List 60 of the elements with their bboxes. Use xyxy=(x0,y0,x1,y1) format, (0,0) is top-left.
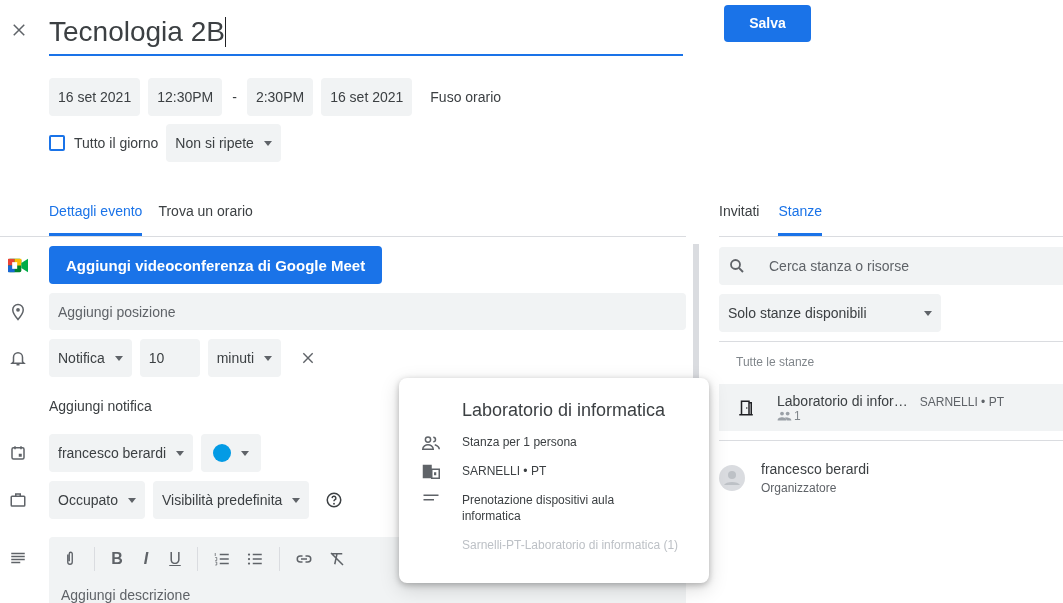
notification-unit-dropdown[interactable]: minuti xyxy=(207,339,282,377)
end-date-field[interactable]: 16 set 2021 xyxy=(321,78,413,116)
underline-button[interactable]: U xyxy=(168,550,182,568)
add-notification-link[interactable]: Aggiungi notifica xyxy=(49,398,152,414)
availability-dropdown[interactable]: Occupato xyxy=(49,481,145,519)
guest-name: francesco berardi xyxy=(761,461,870,477)
repeat-dropdown[interactable]: Non si ripete xyxy=(166,124,281,162)
start-date-field[interactable]: 16 set 2021 xyxy=(49,78,141,116)
room-filter-dropdown[interactable]: Solo stanze disponibili xyxy=(719,294,941,332)
tab[interactable]: Trova un orario xyxy=(158,198,253,236)
popup-detail: Stanza per 1 persona xyxy=(462,434,578,450)
tab[interactable]: Invitati xyxy=(719,198,760,236)
color-dropdown[interactable] xyxy=(201,434,262,472)
timezone-link[interactable]: Fuso orario xyxy=(430,89,502,105)
location-pin-icon xyxy=(9,302,27,321)
people-icon xyxy=(421,435,440,450)
avatar-icon xyxy=(719,465,745,491)
calendar-dropdown[interactable]: francesco berardi xyxy=(49,434,194,472)
popup-detail: SARNELLI • PT xyxy=(462,463,548,479)
close-icon[interactable] xyxy=(10,21,28,39)
end-time-field[interactable]: 2:30PM xyxy=(246,78,314,116)
guest-role: Organizzatore xyxy=(761,481,838,495)
description-field[interactable]: Aggiungi descrizione xyxy=(61,587,361,603)
calendar-icon xyxy=(9,444,27,462)
popup-detail: Prenotazione dispositivi aula informatica xyxy=(462,492,616,524)
popup-title: Laboratorio di informatica xyxy=(461,400,667,421)
text-lines-icon xyxy=(421,493,440,502)
meet-button[interactable]: Aggiungi videoconferenza di Google Meet xyxy=(49,246,383,284)
save-button[interactable]: Salva xyxy=(724,4,811,42)
close-icon[interactable] xyxy=(301,351,316,365)
video-camera-icon xyxy=(8,256,28,274)
rooms-heading: Tutte le stanze xyxy=(735,354,816,371)
title-field[interactable]: Tecnologia 2B xyxy=(49,4,683,56)
time-separator: - xyxy=(231,89,238,105)
room-item[interactable]: Laboratorio di infor… SARNELLI • PT 1 xyxy=(719,384,1063,431)
people-icon xyxy=(777,410,792,421)
building-icon xyxy=(421,464,440,479)
italic-button[interactable]: I xyxy=(139,550,153,568)
start-time-field[interactable]: 12:30PM xyxy=(148,78,223,116)
popup-footnote: Sarnelli-PT-Laboratorio di informatica (1) xyxy=(461,537,680,552)
room-capacity: 1 xyxy=(794,408,801,423)
room-name: Laboratorio di infor… xyxy=(777,392,908,409)
door-icon xyxy=(737,398,755,417)
bell-icon xyxy=(9,349,27,367)
numbered-list-icon[interactable] xyxy=(213,550,231,568)
notification-value-field[interactable]: 10 xyxy=(139,339,200,377)
room-location: SARNELLI • PT xyxy=(919,393,1004,409)
clear-formatting-icon[interactable] xyxy=(328,550,346,568)
tab[interactable]: Stanze xyxy=(778,198,823,236)
bold-button[interactable]: B xyxy=(110,550,124,568)
briefcase-icon xyxy=(9,491,27,509)
visibility-dropdown[interactable]: Visibilità predefinita xyxy=(152,481,310,519)
help-icon[interactable] xyxy=(325,491,344,509)
notification-type-dropdown[interactable]: Notifica xyxy=(49,339,132,377)
tab[interactable]: Dettagli evento xyxy=(49,198,143,236)
search-icon xyxy=(728,257,746,275)
all-day-checkbox[interactable] xyxy=(49,135,65,151)
location-field[interactable]: Aggiungi posizione xyxy=(49,293,686,330)
room-search-field[interactable]: Cerca stanza o risorse xyxy=(719,247,1063,285)
all-day-label: Tutto il giorno xyxy=(74,135,159,151)
